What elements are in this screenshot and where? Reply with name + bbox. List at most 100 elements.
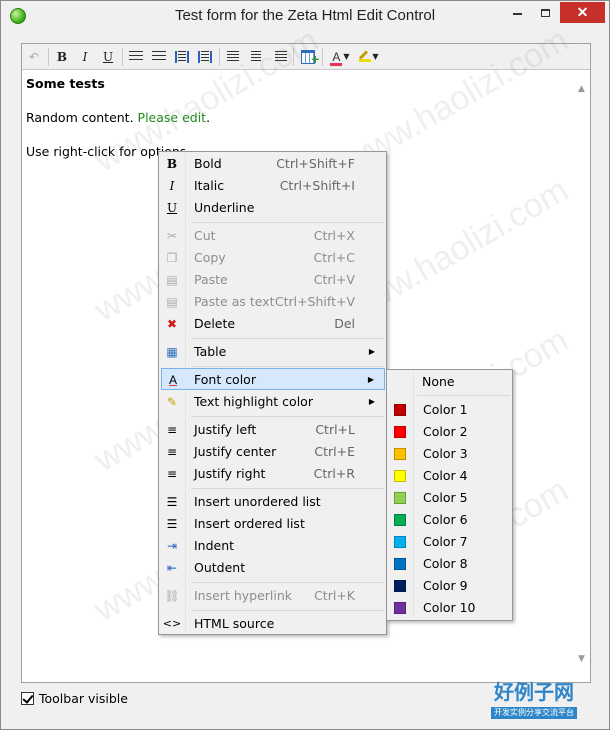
menu-item-indent[interactable]: ⇥ Indent	[161, 535, 385, 557]
menu-label: Cut	[194, 228, 216, 243]
menu-label: Insert ordered list	[194, 516, 305, 531]
toolbar-separator	[122, 48, 123, 66]
scroll-down-icon[interactable]: ▼	[573, 651, 590, 668]
color-item[interactable]: Color 5	[389, 487, 510, 509]
toolbar-visible-option[interactable]: Toolbar visible	[21, 691, 128, 709]
menu-item-delete[interactable]: ✖ Delete Del	[161, 313, 385, 335]
menu-item-paste[interactable]: ▤ Paste Ctrl+V	[161, 269, 385, 291]
outdent-button[interactable]	[195, 47, 215, 67]
font-color-icon: A	[330, 50, 343, 66]
color-item[interactable]: Color 2	[389, 421, 510, 443]
menu-item-bold[interactable]: B Bold Ctrl+Shift+F	[161, 153, 385, 175]
font-color-button[interactable]: A ▼	[326, 47, 354, 67]
title-bar[interactable]: Test form for the Zeta Html Edit Control…	[1, 1, 609, 31]
color-item[interactable]: Color 7	[389, 531, 510, 553]
font-color-submenu: None Color 1 Color 2 Color 3 Color 4 Col…	[386, 369, 513, 621]
unordered-list-icon	[129, 51, 143, 62]
color-item[interactable]: Color 6	[389, 509, 510, 531]
menu-item-text-highlight-color[interactable]: ✎ Text highlight color ▶	[161, 391, 385, 413]
justify-right-icon: ≡	[166, 467, 178, 481]
menu-item-insert-ordered-list[interactable]: ☰ Insert ordered list	[161, 513, 385, 535]
indent-icon: ⇥	[166, 539, 178, 553]
highlight-color-button[interactable]: ▼	[355, 47, 383, 67]
color-none-item[interactable]: None	[389, 371, 510, 393]
insert-table-button[interactable]	[298, 47, 320, 70]
menu-item-cut[interactable]: ✂ Cut Ctrl+X	[161, 225, 385, 247]
color-label: Color 3	[423, 446, 468, 461]
menu-item-table[interactable]: ▦ Table ▶	[161, 341, 385, 363]
menu-shortcut: Ctrl+V	[313, 272, 355, 287]
menu-item-html-source[interactable]: <> HTML source	[161, 613, 385, 635]
menu-item-copy[interactable]: ❐ Copy Ctrl+C	[161, 247, 385, 269]
toolbar-separator	[48, 48, 49, 66]
menu-item-paste-as-text[interactable]: ▤ Paste as text Ctrl+Shift+V	[161, 291, 385, 313]
vertical-scrollbar[interactable]: ▲ ▼	[573, 71, 590, 682]
color-label: None	[422, 374, 455, 389]
toolbar-visible-checkbox[interactable]	[21, 692, 34, 705]
menu-item-outdent[interactable]: ⇤ Outdent	[161, 557, 385, 579]
toolbar-separator	[322, 48, 323, 66]
hyperlink-icon: ⛓	[164, 589, 180, 603]
bold-button[interactable]: B	[52, 47, 72, 67]
color-item[interactable]: Color 8	[389, 553, 510, 575]
menu-label: Justify right	[194, 466, 266, 481]
color-item[interactable]: Color 1	[389, 399, 510, 421]
submenu-arrow-icon: ▶	[368, 347, 375, 356]
menu-shortcut: Ctrl+E	[314, 444, 355, 459]
indent-button[interactable]	[172, 47, 192, 67]
menu-item-italic[interactable]: I Italic Ctrl+Shift+I	[161, 175, 385, 197]
color-swatch	[394, 470, 406, 482]
unordered-list-button[interactable]	[126, 47, 146, 67]
color-item[interactable]: Color 4	[389, 465, 510, 487]
bold-icon: B	[166, 157, 178, 171]
menu-label: Italic	[194, 178, 225, 193]
maximize-button[interactable]	[532, 5, 559, 26]
menu-separator	[191, 366, 384, 367]
menu-shortcut: Del	[334, 316, 355, 331]
color-item[interactable]: Color 9	[389, 575, 510, 597]
italic-button[interactable]: I	[75, 47, 95, 67]
color-item[interactable]: Color 10	[389, 597, 510, 619]
menu-separator	[191, 338, 384, 339]
unordered-list-icon: ☰	[166, 495, 178, 509]
menu-item-insert-hyperlink[interactable]: ⛓ Insert hyperlink Ctrl+K	[161, 585, 385, 607]
color-swatch	[394, 536, 406, 548]
color-swatch	[394, 514, 406, 526]
ordered-list-button[interactable]	[149, 47, 169, 67]
menu-label: Paste as text	[194, 294, 275, 309]
scroll-up-icon[interactable]: ▲	[573, 81, 590, 98]
menu-label: Insert unordered list	[194, 494, 321, 509]
menu-shortcut: Ctrl+R	[313, 466, 355, 481]
color-swatch	[394, 492, 406, 504]
undo-icon[interactable]: ↶	[24, 47, 44, 67]
menu-separator	[191, 488, 384, 489]
menu-label: Outdent	[194, 560, 246, 575]
menu-item-insert-unordered-list[interactable]: ☰ Insert unordered list	[161, 491, 385, 513]
menu-item-justify-right[interactable]: ≡ Justify right Ctrl+R	[161, 463, 385, 485]
color-item[interactable]: Color 3	[389, 443, 510, 465]
italic-icon: I	[169, 179, 175, 193]
underline-button[interactable]: U	[98, 47, 118, 67]
justify-right-button[interactable]	[269, 47, 289, 67]
menu-item-justify-left[interactable]: ≡ Justify left Ctrl+L	[161, 419, 385, 441]
minimize-button[interactable]	[504, 5, 531, 26]
menu-item-justify-center[interactable]: ≡ Justify center Ctrl+E	[161, 441, 385, 463]
menu-label: Insert hyperlink	[194, 588, 293, 603]
justify-center-icon	[251, 51, 261, 62]
toolbar-separator	[219, 48, 220, 66]
close-icon: ✕	[576, 4, 589, 20]
outdent-icon: ⇤	[166, 561, 178, 575]
close-button[interactable]: ✕	[560, 2, 605, 23]
menu-item-underline[interactable]: U Underline	[161, 197, 385, 219]
menu-label: Table	[194, 344, 227, 359]
justify-left-button[interactable]	[223, 47, 243, 67]
menu-shortcut: Ctrl+Shift+V	[274, 294, 355, 309]
copy-icon: ❐	[166, 251, 178, 265]
menu-item-font-color[interactable]: A Font color ▶	[161, 368, 385, 390]
context-menu: B Bold Ctrl+Shift+F I Italic Ctrl+Shift+I UU…	[158, 151, 387, 635]
paragraph-text: Random content.	[26, 110, 138, 125]
color-swatch	[394, 602, 406, 614]
menu-separator	[191, 582, 384, 583]
justify-center-button[interactable]	[246, 47, 266, 67]
highlighter-icon: ✎	[166, 395, 178, 409]
